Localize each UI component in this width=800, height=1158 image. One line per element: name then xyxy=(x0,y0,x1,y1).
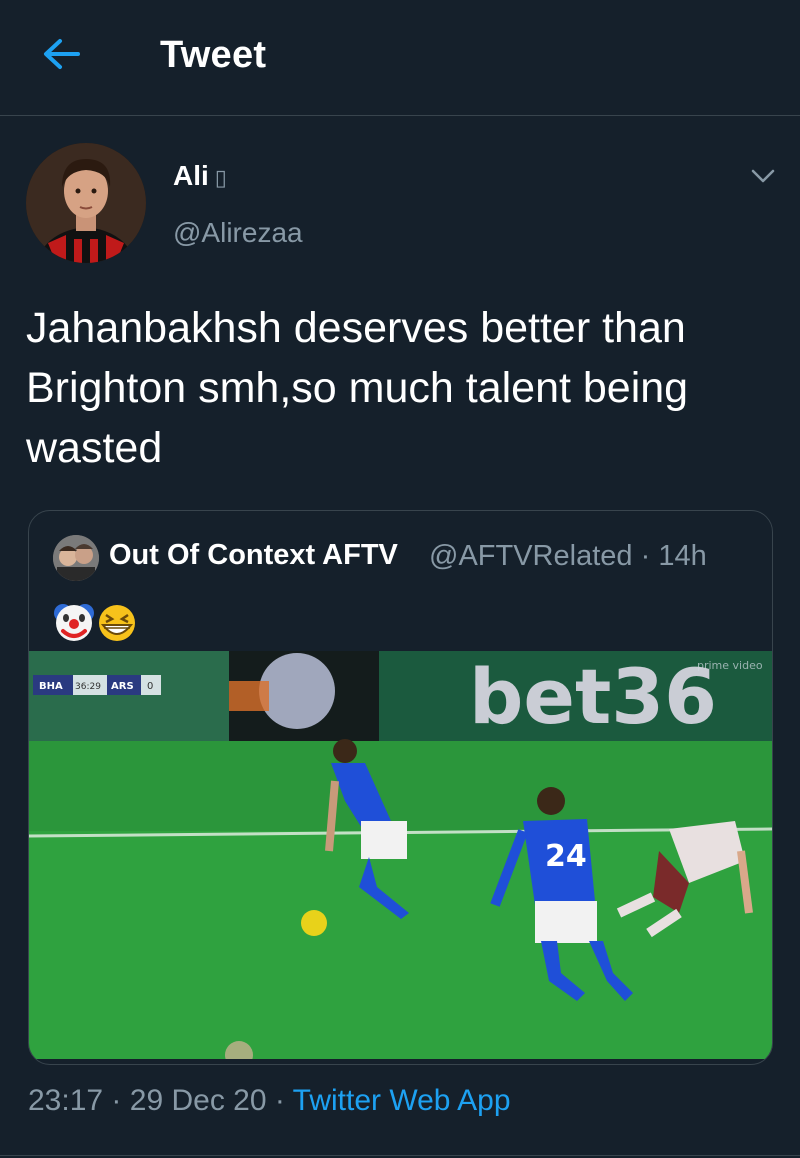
grinning-squinting-face-icon xyxy=(99,605,135,641)
meta-separator: · xyxy=(274,1084,285,1117)
scoreboard-home: BHA xyxy=(39,681,63,692)
author-handle[interactable]: @Alirezaa xyxy=(173,217,303,249)
player-number: 24 xyxy=(545,839,587,874)
tweet-time: 23:17 xyxy=(28,1084,104,1117)
quoted-age: 14h xyxy=(658,540,707,572)
quoted-meta: @AFTVRelated · 14h xyxy=(429,540,707,573)
author-display-name[interactable]: Ali ▯ xyxy=(173,160,227,192)
clown-face-icon xyxy=(54,604,94,641)
tweet-timestamp-line: 23:17 · 29 Dec 20 · Twitter Web App xyxy=(28,1084,511,1118)
quoted-tweet-card[interactable]: Out Of Context AFTV @AFTVRelated · 14h b… xyxy=(28,510,773,1065)
scoreboard-away: ARS xyxy=(111,681,134,692)
quoted-author-avatar xyxy=(53,535,99,581)
video-watermark: prime video xyxy=(697,659,763,672)
page-title: Tweet xyxy=(160,34,267,76)
tweet-date: 29 Dec 20 xyxy=(129,1084,267,1117)
tweet-text: Jahanbakhsh deserves better than Brighto… xyxy=(26,304,689,472)
arrow-left-icon xyxy=(44,39,80,69)
scoreboard-time: 36:29 xyxy=(75,682,101,692)
chevron-down-icon xyxy=(751,169,775,183)
advert-board-text: bet36 xyxy=(469,652,717,741)
author-avatar[interactable] xyxy=(26,143,146,263)
tweet-source-link[interactable]: Twitter Web App xyxy=(293,1084,511,1117)
scoreboard-score: 0 xyxy=(147,681,153,692)
quoted-author-name: Out Of Context AFTV xyxy=(109,539,398,571)
meta-separator: · xyxy=(111,1084,122,1117)
quoted-author-handle: @AFTVRelated xyxy=(429,540,633,572)
quoted-text-emoji xyxy=(53,597,143,647)
name-emoji-glyph: ▯ xyxy=(214,165,227,190)
author-name-text: Ali xyxy=(173,160,209,191)
divider xyxy=(0,1155,800,1156)
back-button[interactable] xyxy=(38,34,86,74)
quoted-video-media[interactable]: bet36 prime video BHA 36:29 ARS 0 24 xyxy=(29,651,772,1059)
meta-separator: · xyxy=(640,540,651,572)
tweet-options-button[interactable] xyxy=(748,166,778,186)
top-app-bar: Tweet xyxy=(0,0,800,116)
